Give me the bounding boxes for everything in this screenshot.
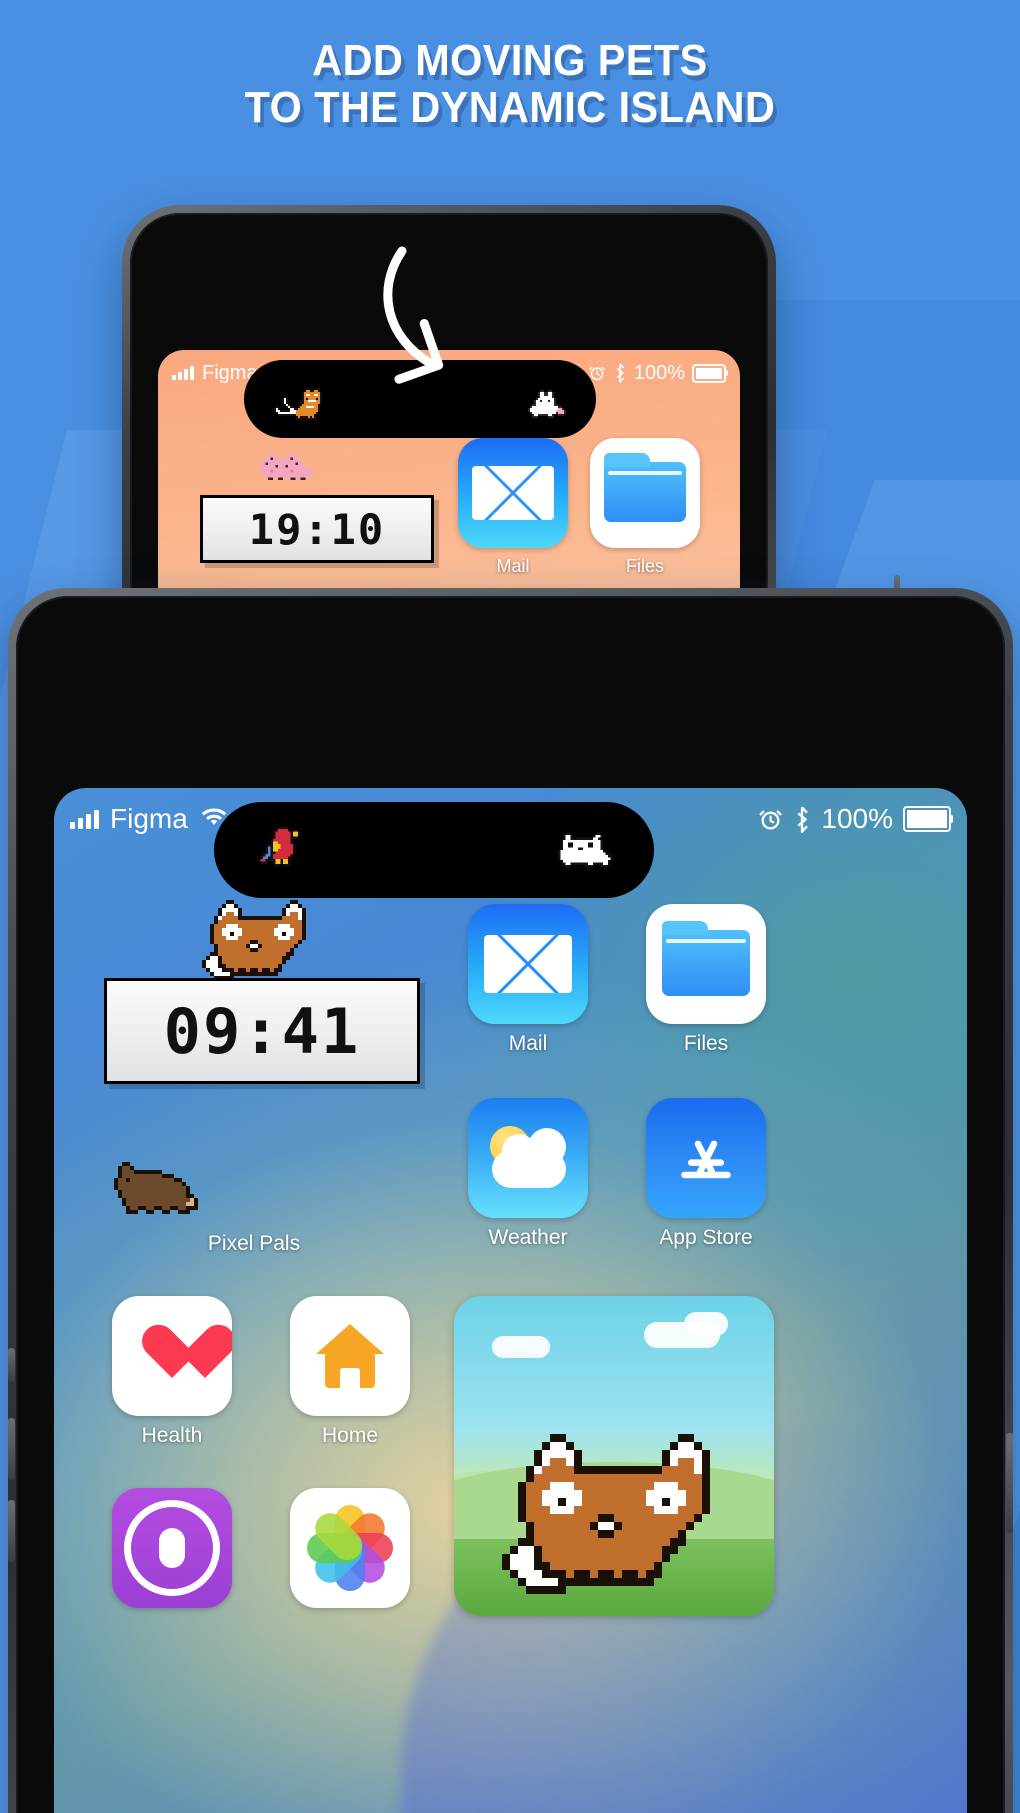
pixel-pals-pet-icon (194, 1104, 314, 1224)
pixel-parrot-red-icon (258, 824, 313, 874)
headline: ADD MOVING PETS TO THE DYNAMIC ISLAND (31, 36, 990, 132)
volume-down-button[interactable] (8, 1500, 15, 1562)
cellular-bars-icon (70, 809, 99, 829)
pixel-clock-widget-bottom[interactable]: 09:41 (104, 978, 420, 1084)
app-files-top[interactable]: Files (590, 438, 700, 577)
promo-screenshot: ADD MOVING PETS TO THE DYNAMIC ISLAND Fi… (0, 0, 1020, 1813)
home-icon (290, 1296, 410, 1416)
app-health[interactable]: Health (112, 1296, 232, 1448)
mute-switch[interactable] (8, 1348, 15, 1382)
battery-percent-bottom: 100% (821, 803, 893, 834)
fox-wallpaper-widget[interactable] (454, 1296, 774, 1616)
app-pixel-pals[interactable]: Pixel Pals (194, 1104, 314, 1256)
carrier-label-bottom: Figma (110, 803, 188, 834)
app-files-bottom[interactable]: Files (646, 904, 766, 1056)
headline-line-2: TO THE DYNAMIC ISLAND (244, 82, 776, 132)
power-button[interactable] (1006, 1433, 1013, 1533)
files-icon (590, 438, 700, 548)
battery-full-icon (903, 806, 953, 832)
mail-icon (458, 438, 568, 548)
pixel-clock-widget-top[interactable]: 19:10 (200, 495, 434, 563)
app-label: App Store (659, 1226, 753, 1249)
pixel-fox-large-icon (502, 1426, 726, 1602)
pixel-cat-orange-icon (272, 386, 324, 426)
app-label: Weather (488, 1226, 568, 1249)
files-icon (646, 904, 766, 1024)
app-label: Mail (496, 556, 530, 576)
app-label: Files (625, 556, 664, 576)
headline-line-1: ADD MOVING PETS (312, 36, 708, 85)
clock-time-top: 19:10 (248, 504, 386, 554)
status-bar-right-bottom: 100% (758, 803, 953, 835)
app-label: Pixel Pals (207, 1232, 301, 1255)
app-label: Home (321, 1424, 379, 1447)
podcasts-icon (112, 1488, 232, 1608)
pixel-fox-orange-icon (202, 896, 314, 984)
alarm-clock-icon (759, 810, 782, 829)
app-home[interactable]: Home (290, 1296, 410, 1448)
app-weather[interactable]: Weather (468, 1098, 588, 1250)
dynamic-island-bottom[interactable] (214, 802, 654, 898)
bluetooth-icon (797, 805, 809, 833)
health-icon (112, 1296, 232, 1416)
app-store-icon (646, 1098, 766, 1218)
cellular-bars-icon (172, 366, 194, 380)
app-label: Health (141, 1424, 203, 1447)
phone-screen-bottom: Figma 100% 09:41 Mail Files Pixel Pals W… (54, 788, 967, 1813)
status-bar-left-bottom: Figma (70, 803, 229, 835)
bluetooth-icon (616, 363, 625, 383)
battery-full-icon (692, 363, 728, 383)
pixel-panda-icon (558, 830, 618, 875)
app-label: Files (683, 1032, 729, 1055)
photos-icon (290, 1488, 410, 1608)
battery-percent-top: 100% (633, 361, 685, 384)
clock-time-bottom: 09:41 (163, 994, 361, 1068)
weather-icon (468, 1098, 588, 1218)
app-podcasts[interactable] (112, 1488, 232, 1608)
app-app-store[interactable]: App Store (646, 1098, 766, 1250)
app-mail-bottom[interactable]: Mail (468, 904, 588, 1056)
pixel-axolotl-pink-icon (258, 450, 323, 495)
app-label: Mail (508, 1032, 548, 1055)
app-mail-top[interactable]: Mail (458, 438, 568, 577)
status-bar-right-top: 100% (588, 361, 728, 385)
dynamic-island-top[interactable] (244, 360, 596, 438)
volume-up-button[interactable] (8, 1418, 15, 1480)
app-photos[interactable] (290, 1488, 410, 1608)
mail-icon (468, 904, 588, 1024)
pixel-bunny-white-icon (528, 388, 572, 424)
phone-mockup-bottom: Figma 100% 09:41 Mail Files Pixel Pals W… (8, 588, 1013, 1813)
